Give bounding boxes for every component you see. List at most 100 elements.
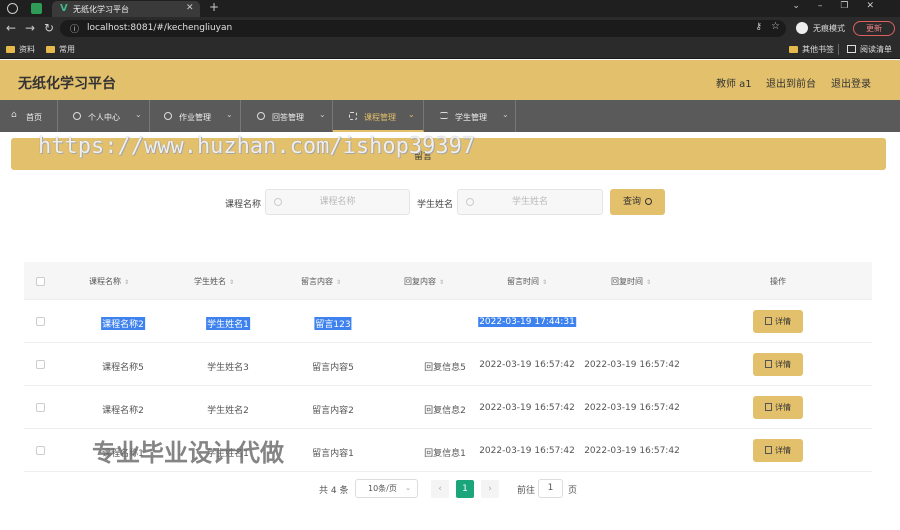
nav-item-homework[interactable]: 作业管理 ⌄ — [150, 100, 241, 132]
cell-message-time: 2022-03-19 16:57:42 — [479, 360, 575, 370]
bookmarks-bar: 资料 常用 其他书签 阅读清单 — [0, 40, 900, 59]
folder-icon — [6, 46, 15, 53]
nav-item-courses[interactable]: 课程管理 ⌄ — [333, 100, 424, 132]
address-bar: ← → ↻ ⓘ localhost:8081/#/kechengliuyan ⚷… — [0, 17, 900, 40]
page-number-current[interactable]: 1 — [456, 480, 474, 498]
chevron-down-icon: ⌄ — [319, 110, 326, 119]
cell-reply: 回复信息1 — [424, 449, 466, 459]
cell-course: 课程名称5 — [102, 363, 144, 373]
col-reply[interactable]: 回复内容 ⇕ — [404, 276, 444, 287]
logout-link[interactable]: 退出登录 — [831, 75, 871, 90]
detail-button[interactable]: 详情 — [753, 353, 803, 376]
user-icon — [73, 112, 81, 120]
app-title: 无纸化学习平台 — [18, 76, 116, 92]
back-to-front-link[interactable]: 退出到前台 — [766, 75, 816, 90]
reload-icon[interactable]: ↻ — [44, 21, 54, 35]
folder-icon — [789, 46, 798, 53]
prev-page-button[interactable]: ‹ — [431, 480, 449, 498]
cell-reply: 回复信息5 — [424, 363, 466, 373]
clock-icon — [164, 112, 172, 120]
document-icon — [765, 403, 772, 411]
cell-course: 课程名称2 — [101, 317, 145, 330]
url-text: localhost:8081/#/kechengliuyan — [87, 23, 233, 33]
watermark-slogan: 专业毕业设计代做 — [92, 439, 284, 467]
forward-icon[interactable]: → — [25, 21, 35, 35]
cell-reply-time: 2022-03-19 16:57:42 — [584, 403, 680, 413]
chevron-down-icon: ⌄ — [405, 484, 411, 492]
close-tab-icon[interactable]: ✕ — [186, 3, 194, 13]
url-field[interactable]: ⓘ localhost:8081/#/kechengliuyan ⚷ ☆ — [60, 20, 786, 37]
next-page-button[interactable]: › — [481, 480, 499, 498]
sort-icon: ⇕ — [123, 279, 130, 286]
sort-icon: ⇕ — [438, 279, 445, 286]
bookmark-folder[interactable]: 其他书签 — [789, 44, 834, 55]
nav-item-answers[interactable]: 回答管理 ⌄ — [241, 100, 333, 132]
chevron-down-icon: ⌄ — [135, 110, 142, 119]
user-label: 教师 a1 — [716, 79, 752, 90]
folder-icon — [46, 46, 55, 53]
row-checkbox[interactable] — [36, 446, 45, 455]
row-checkbox[interactable] — [36, 360, 45, 369]
table-row[interactable]: 课程名称2 学生姓名2 留言内容2 回复信息2 2022-03-19 16:57… — [24, 386, 872, 429]
col-reply-time[interactable]: 回复时间 ⇕ — [611, 276, 651, 287]
window-controls[interactable]: ⌄–❐✕ — [792, 1, 892, 11]
main-nav: ⌂ 首页 个人中心 ⌄ 作业管理 ⌄ 回答管理 ⌄ 课程管理 ⌄ 学生管理 ⌄ — [0, 100, 900, 132]
row-checkbox[interactable] — [36, 403, 45, 412]
globe-icon[interactable] — [7, 3, 18, 14]
course-name-field[interactable] — [266, 190, 409, 214]
table-header: 课程名称 ⇕ 学生姓名 ⇕ 留言内容 ⇕ 回复内容 ⇕ 留言时间 ⇕ 回复时间 ⇕ 操作 — [24, 262, 872, 300]
cell-student: 学生姓名1 — [206, 317, 250, 330]
col-message[interactable]: 留言内容 ⇕ — [301, 276, 341, 287]
user-icon — [257, 112, 265, 120]
nav-item-profile[interactable]: 个人中心 ⌄ — [58, 100, 150, 132]
app-header: 无纸化学习平台 教师 a1 退出到前台 退出登录 — [0, 60, 900, 100]
detail-button[interactable]: 详情 — [753, 439, 803, 462]
cell-message: 留言123 — [314, 317, 352, 330]
bookmark-folder[interactable]: 资料 — [6, 44, 35, 55]
table-row[interactable]: 课程名称5 学生姓名3 留言内容5 回复信息5 2022-03-19 16:57… — [24, 343, 872, 386]
detail-button[interactable]: 详情 — [753, 310, 803, 333]
app-tab-icon[interactable] — [31, 3, 42, 14]
key-icon[interactable]: ⚷ — [755, 22, 762, 32]
select-all-checkbox[interactable] — [36, 277, 45, 286]
browser-tab[interactable]: V 无纸化学习平台 ✕ — [52, 1, 200, 17]
goto-page-input[interactable]: 1 — [538, 479, 563, 498]
chevron-down-icon: ⌄ — [502, 110, 509, 119]
cell-reply-time: 2022-03-19 16:57:42 — [584, 446, 680, 456]
reading-list[interactable]: 阅读清单 — [847, 44, 892, 55]
document-icon — [765, 360, 772, 368]
page-size-select[interactable]: 10条/页 ⌄ — [355, 479, 418, 498]
new-tab-icon[interactable]: + — [209, 0, 219, 14]
update-button[interactable]: 更新 — [853, 21, 895, 36]
chevron-down-icon: ⌄ — [226, 110, 233, 119]
cell-message: 留言内容5 — [312, 363, 354, 373]
back-icon[interactable]: ← — [6, 21, 16, 35]
student-name-input[interactable] — [457, 189, 603, 215]
sort-icon: ⇕ — [541, 279, 548, 286]
detail-button[interactable]: 详情 — [753, 396, 803, 419]
col-message-time[interactable]: 留言时间 ⇕ — [507, 276, 547, 287]
col-course[interactable]: 课程名称 ⇕ — [89, 276, 129, 287]
cell-student: 学生姓名2 — [207, 406, 249, 416]
bookmark-folder[interactable]: 常用 — [46, 44, 75, 55]
sort-icon: ⇕ — [228, 279, 235, 286]
watermark-url: https://www.huzhan.com/ishop39397 — [38, 134, 476, 159]
goto-label: 前往 — [517, 486, 536, 496]
chevron-down-icon: ⌄ — [408, 110, 415, 119]
incognito-avatar-icon[interactable] — [796, 22, 808, 34]
course-name-input[interactable] — [265, 189, 410, 215]
col-student[interactable]: 学生姓名 ⇕ — [194, 276, 234, 287]
table-row[interactable]: 课程名称2 学生姓名1 留言123 2022-03-19 17:44:31 详情 — [24, 300, 872, 343]
site-info-icon[interactable]: ⓘ — [70, 22, 79, 35]
nav-item-students[interactable]: 学生管理 ⌄ — [424, 100, 516, 132]
sort-icon: ⇕ — [335, 279, 342, 286]
row-checkbox[interactable] — [36, 317, 45, 326]
star-icon[interactable]: ☆ — [771, 21, 780, 32]
cell-student: 学生姓名3 — [207, 363, 249, 373]
nav-item-home[interactable]: ⌂ 首页 — [0, 100, 58, 132]
query-button[interactable]: 查询 — [610, 189, 665, 215]
pagination-total: 共 4 条 — [319, 486, 349, 496]
course-name-label: 课程名称 — [225, 200, 262, 210]
student-name-field[interactable] — [458, 190, 602, 214]
document-icon — [765, 446, 772, 454]
